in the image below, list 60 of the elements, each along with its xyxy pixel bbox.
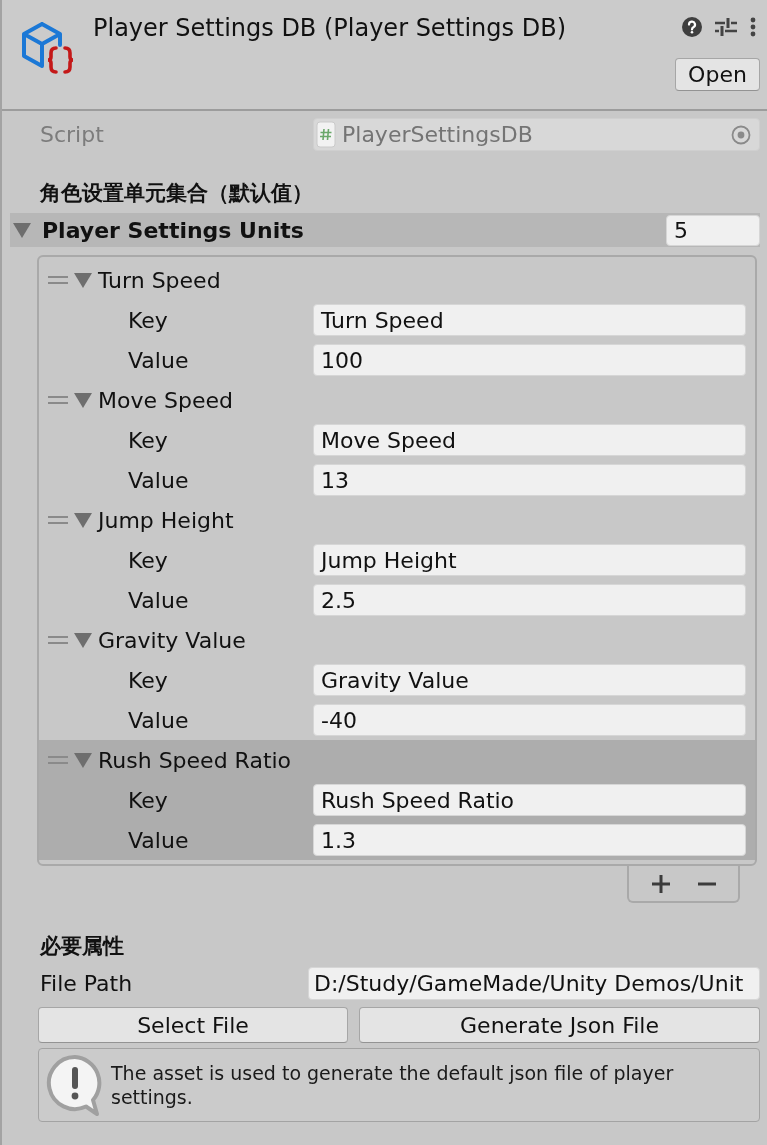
element-label[interactable]: Jump Height — [98, 507, 234, 533]
file-path-field[interactable]: D:/Study/GameMade/Unity Demos/Unit — [308, 967, 760, 1000]
size-field[interactable]: 5 — [666, 214, 760, 246]
field-label: Key — [127, 307, 169, 333]
text-field[interactable]: Rush Speed Ratio — [313, 784, 746, 816]
text-field[interactable]: Move Speed — [313, 424, 746, 456]
section-heading: 必要属性 — [39, 933, 125, 960]
element-label[interactable]: Gravity Value — [98, 627, 246, 653]
caret-icon[interactable] — [13, 222, 31, 238]
text-field[interactable]: 2.5 — [313, 584, 746, 616]
text-field[interactable]: Gravity Value — [313, 664, 746, 696]
section-heading: 角色设置单元集合（默认值） — [39, 180, 314, 207]
generate-button[interactable]: Generate Json File — [359, 1007, 760, 1043]
script-field: PlayerSettingsDB — [313, 118, 760, 151]
caret-icon[interactable] — [74, 272, 92, 288]
select-file-button[interactable]: Select File — [38, 1007, 348, 1043]
field-label: Value — [127, 347, 190, 373]
script-label: Script — [39, 122, 105, 147]
drag-handle-icon[interactable] — [48, 636, 68, 644]
more-icon[interactable] — [750, 17, 756, 37]
list-element[interactable]: Move Speed Key Move Speed Value 13 — [39, 380, 755, 500]
list-element[interactable]: Jump Height Key Jump Height Value 2.5 — [39, 500, 755, 620]
field-label: Value — [127, 467, 190, 493]
element-label[interactable]: Move Speed — [98, 387, 233, 413]
plus-icon — [651, 873, 672, 894]
field-label: Key — [127, 667, 169, 693]
text-field[interactable]: 100 — [313, 344, 746, 376]
text-field[interactable]: -40 — [313, 704, 746, 736]
drag-handle-icon[interactable] — [48, 276, 68, 284]
field-label: Value — [127, 587, 190, 613]
list-element[interactable]: Turn Speed Key Turn Speed Value 100 — [39, 260, 755, 380]
text-field[interactable]: 1.3 — [313, 824, 746, 856]
field-label: Value — [127, 707, 190, 733]
inspector-title: Player Settings DB (Player Settings DB) — [93, 13, 567, 44]
drag-handle-icon[interactable] — [48, 516, 68, 524]
open-button[interactable]: Open — [675, 58, 760, 91]
field-label: Value — [127, 827, 190, 853]
help-icon[interactable] — [682, 17, 702, 37]
element-label[interactable]: Turn Speed — [98, 267, 221, 293]
caret-icon[interactable] — [74, 392, 92, 408]
list-element[interactable]: Gravity Value Key Gravity Value Value -40 — [39, 620, 755, 740]
field-label: Key — [127, 547, 169, 573]
sliders-icon[interactable] — [715, 17, 737, 37]
text-field[interactable]: Jump Height — [313, 544, 746, 576]
field-label: Key — [127, 427, 169, 453]
field-label: File Path — [39, 971, 134, 996]
list-label[interactable]: Player Settings Units — [42, 217, 666, 243]
element-label[interactable]: Rush Speed Ratio — [98, 747, 292, 773]
drag-handle-icon[interactable] — [48, 756, 68, 764]
text-field[interactable]: Turn Speed — [313, 304, 746, 336]
help-message: The asset is used to generate the default json file of player settings. — [111, 1061, 675, 1109]
hash-icon — [316, 121, 336, 148]
list-element[interactable]: Rush Speed Ratio Key Rush Speed Ratio Value 1.3 — [39, 740, 755, 860]
caret-icon[interactable] — [74, 512, 92, 528]
caret-icon[interactable] — [74, 632, 92, 648]
drag-handle-icon[interactable] — [48, 396, 68, 404]
caret-icon[interactable] — [74, 752, 92, 768]
minus-icon — [697, 881, 716, 886]
text-field[interactable]: 13 — [313, 464, 746, 496]
field-label: Key — [127, 787, 169, 813]
